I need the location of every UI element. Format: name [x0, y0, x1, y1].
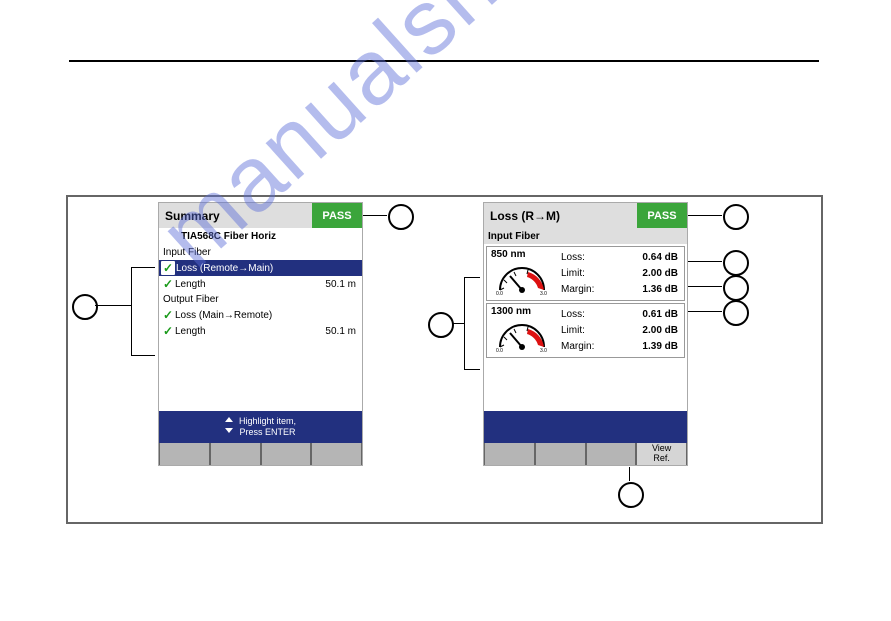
gauge-icon: 0.0 3.0 — [492, 317, 552, 353]
check-icon: ✓ — [161, 308, 175, 322]
margin-label: Margin: — [557, 341, 642, 352]
input-fiber-label: Input Fiber — [159, 245, 362, 260]
row-label: Loss (Main→Remote) — [175, 310, 362, 321]
updown-icon — [225, 417, 233, 437]
margin-label: Margin: — [557, 284, 642, 295]
gauge-1300: 1300 nm 0.0 3.0 Loss:0 — [486, 303, 685, 358]
softkey-view-ref[interactable]: View Ref. — [636, 443, 687, 465]
row-loss-main-remote[interactable]: ✓ Loss (Main→Remote) — [159, 307, 362, 323]
row-value: 50.1 m — [325, 326, 362, 337]
softkey-2[interactable] — [210, 443, 261, 465]
softkey-bar: View Ref. — [484, 443, 687, 465]
callout-circle — [723, 300, 749, 326]
loss-label: Loss: — [557, 309, 642, 320]
callout-circle — [388, 204, 414, 230]
limit-value: 2.00 dB — [642, 325, 684, 336]
softkey-3[interactable] — [261, 443, 312, 465]
check-icon: ✓ — [161, 261, 175, 275]
softkey-4[interactable] — [311, 443, 362, 465]
output-fiber-label: Output Fiber — [159, 292, 362, 307]
hint-line-2: Press ENTER — [239, 427, 295, 437]
hint-bar: Highlight item, Press ENTER — [159, 411, 362, 443]
softkey-bar — [159, 443, 362, 465]
softkey-1[interactable] — [484, 443, 535, 465]
svg-text:0.0: 0.0 — [496, 291, 503, 296]
callout-circle — [72, 294, 98, 320]
row-length-2[interactable]: ✓ Length 50.1 m — [159, 323, 362, 339]
softkey-1[interactable] — [159, 443, 210, 465]
loss-value: 0.61 dB — [642, 309, 684, 320]
hint-line-1: Highlight item, — [239, 416, 296, 426]
softkey-3[interactable] — [586, 443, 637, 465]
callout-circle — [723, 250, 749, 276]
pass-badge: PASS — [637, 203, 687, 228]
wavelength-label: 850 nm — [491, 249, 525, 260]
limit-value: 2.00 dB — [642, 268, 684, 279]
loss-detail-panel: Loss (R→M) PASS Input Fiber 850 nm — [483, 202, 688, 466]
gauge-icon: 0.0 3.0 — [492, 260, 552, 296]
summary-title: Summary — [159, 203, 312, 228]
input-fiber-head: Input Fiber — [484, 228, 687, 244]
callout-circle — [723, 204, 749, 230]
margin-value: 1.36 dB — [642, 284, 684, 295]
check-icon: ✓ — [161, 277, 175, 291]
row-loss-remote-main[interactable]: ✓ Loss (Remote→Main) — [159, 260, 362, 276]
row-label: Length — [175, 326, 325, 337]
test-standard: TIA568C Fiber Horiz — [159, 228, 362, 245]
svg-text:3.0: 3.0 — [540, 291, 547, 296]
limit-label: Limit: — [557, 268, 642, 279]
limit-label: Limit: — [557, 325, 642, 336]
gauge-850: 850 nm 0.0 3.0 Loss:0. — [486, 246, 685, 301]
loss-label: Loss: — [557, 252, 642, 263]
figure-container: Summary PASS TIA568C Fiber Horiz Input F… — [66, 195, 823, 524]
softkey-2[interactable] — [535, 443, 586, 465]
margin-value: 1.39 dB — [642, 341, 684, 352]
loss-value: 0.64 dB — [642, 252, 684, 263]
pass-badge: PASS — [312, 203, 362, 228]
row-label: Loss (Remote→Main) — [176, 263, 362, 274]
callout-circle — [428, 312, 454, 338]
row-length-1[interactable]: ✓ Length 50.1 m — [159, 276, 362, 292]
check-icon: ✓ — [161, 324, 175, 338]
callout-circle — [618, 482, 644, 508]
callout-circle — [723, 275, 749, 301]
row-value: 50.1 m — [325, 279, 362, 290]
svg-text:0.0: 0.0 — [496, 348, 503, 353]
svg-text:3.0: 3.0 — [540, 348, 547, 353]
spacer-bar — [484, 411, 687, 443]
loss-title: Loss (R→M) — [484, 203, 637, 228]
row-label: Length — [175, 279, 325, 290]
wavelength-label: 1300 nm — [491, 306, 531, 317]
summary-panel: Summary PASS TIA568C Fiber Horiz Input F… — [158, 202, 363, 466]
